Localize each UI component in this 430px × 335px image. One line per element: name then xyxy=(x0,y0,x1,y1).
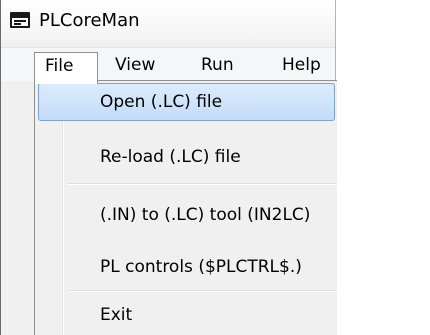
menu-bar: File View Run Help xyxy=(1,47,335,84)
menu-item-pl-controls[interactable]: PL controls ($PLCTRL$.) xyxy=(38,249,335,287)
application-window-icon[interactable] xyxy=(10,12,30,28)
title-bar[interactable]: PLCoreMan xyxy=(1,0,335,40)
screen: PLCoreMan File View Run Help Open (.LC) … xyxy=(0,0,430,335)
menu-run[interactable]: Run xyxy=(191,52,244,80)
menu-item-exit[interactable]: Exit xyxy=(38,297,335,335)
window-title: PLCoreMan xyxy=(39,9,140,31)
menu-separator xyxy=(67,290,337,292)
menu-file[interactable]: File xyxy=(34,52,98,84)
menu-item-open-lc-file[interactable]: Open (.LC) file xyxy=(38,83,335,121)
menu-item-reload-lc-file[interactable]: Re-load (.LC) file xyxy=(38,139,335,177)
menu-separator xyxy=(67,183,337,185)
app-window: PLCoreMan File View Run Help Open (.LC) … xyxy=(0,0,337,335)
menu-help[interactable]: Help xyxy=(272,52,331,80)
menu-view[interactable]: View xyxy=(105,52,165,80)
menu-item-in2lc-tool[interactable]: (.IN) to (.LC) tool (IN2LC) xyxy=(38,197,335,235)
file-menu-dropdown: Open (.LC) file Re-load (.LC) file (.IN)… xyxy=(34,80,337,335)
